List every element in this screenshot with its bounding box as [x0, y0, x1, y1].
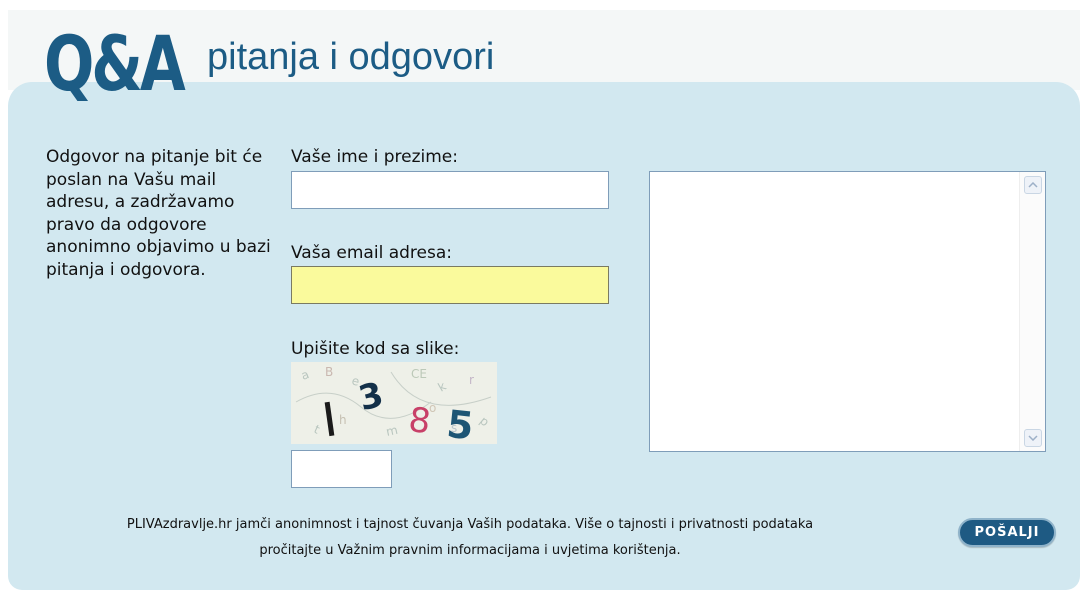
captcha-label: Upišite kod sa slike:: [291, 339, 460, 359]
scroll-down-button[interactable]: [1024, 429, 1042, 447]
qa-logo: Q&A: [44, 19, 186, 108]
email-label: Vaša email adresa:: [291, 243, 452, 263]
textarea-scrollbar[interactable]: [1019, 172, 1045, 451]
name-label: Vaše ime i prezime:: [291, 147, 458, 167]
question-textarea[interactable]: [649, 171, 1046, 452]
svg-text:r: r: [469, 373, 474, 387]
send-button[interactable]: POŠALJI: [958, 518, 1056, 547]
svg-text:CE: CE: [411, 367, 427, 381]
svg-text:B: B: [325, 365, 333, 379]
captcha-digit-3: 5: [445, 402, 476, 444]
svg-text:h: h: [339, 413, 347, 427]
privacy-note: PLIVAzdravlje.hr jamči anonimnost i tajn…: [30, 512, 910, 564]
page-subtitle: pitanja i odgovori: [207, 36, 495, 78]
privacy-note-line-2: pročitajte u Važnim pravnim informacijam…: [259, 543, 681, 558]
chevron-up-icon: [1028, 182, 1038, 188]
captcha-noise: a B e CE k r t h m s p o 3 8 5: [291, 362, 497, 444]
intro-text: Odgovor na pitanje bit će poslan na Vašu…: [46, 147, 271, 280]
email-field[interactable]: [291, 266, 609, 304]
scroll-up-button[interactable]: [1024, 176, 1042, 194]
captcha-code-field[interactable]: [291, 450, 392, 488]
captcha-image: a B e CE k r t h m s p o 3 8 5: [291, 362, 497, 444]
privacy-note-line-1: PLIVAzdravlje.hr jamči anonimnost i tajn…: [126, 517, 814, 532]
chevron-down-icon: [1028, 435, 1038, 441]
name-field[interactable]: [291, 171, 609, 209]
